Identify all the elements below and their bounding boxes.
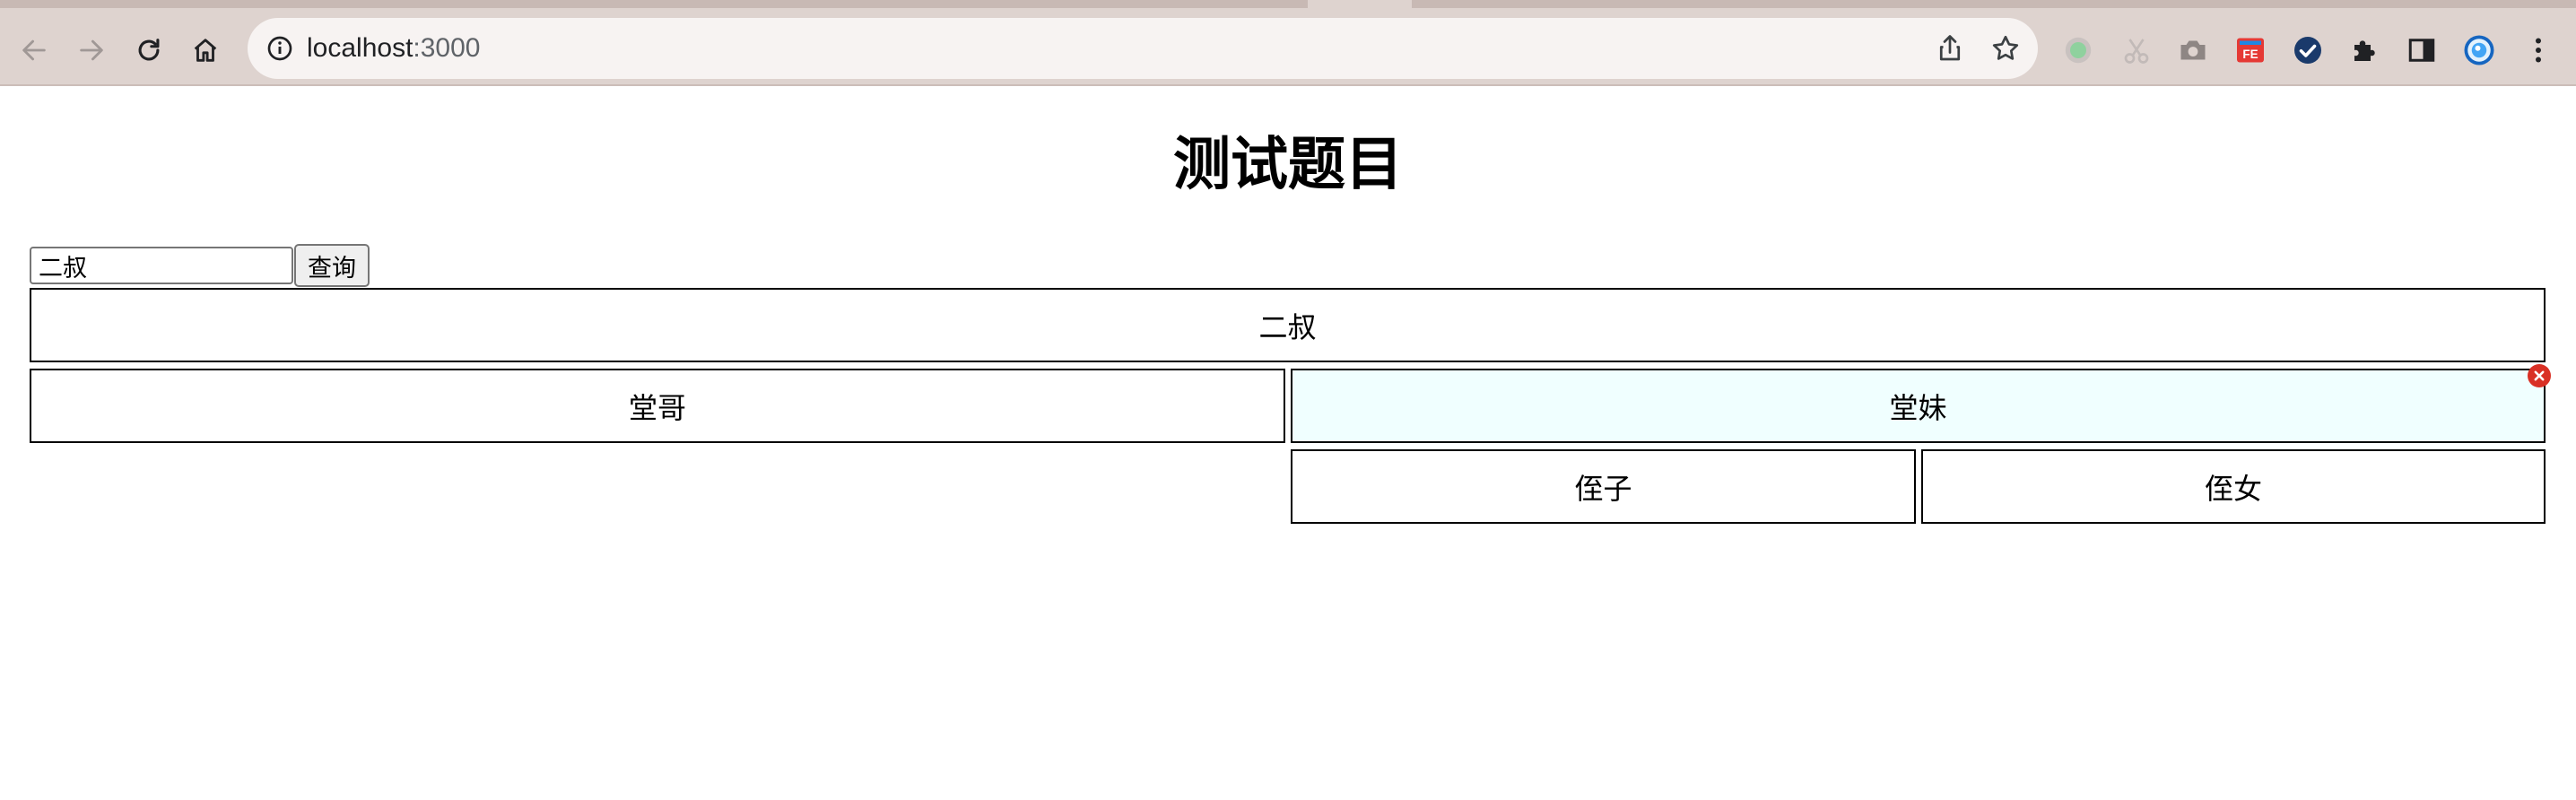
green-circle-extension-icon xyxy=(2065,37,2092,64)
home-icon xyxy=(194,39,217,62)
close-badge-button[interactable] xyxy=(2528,364,2551,387)
forward-arrow-icon xyxy=(80,39,103,61)
url-port: :3000 xyxy=(413,33,481,63)
check-extension[interactable] xyxy=(2290,32,2326,68)
extensions-button[interactable] xyxy=(2347,32,2383,68)
url-text[interactable]: localhost:3000 xyxy=(307,18,480,79)
reload-button[interactable] xyxy=(131,32,167,68)
scissors-extension-icon xyxy=(2124,39,2149,64)
search-input[interactable] xyxy=(30,247,293,284)
page-title: 测试题目 xyxy=(1173,132,1403,198)
fe-badge-text: FE xyxy=(2242,48,2258,61)
tree-node-child[interactable]: 堂哥 xyxy=(30,369,1285,443)
profile-avatar-icon xyxy=(2464,35,2494,65)
kebab-menu-icon xyxy=(2536,38,2541,63)
side-panel-button[interactable] xyxy=(2404,32,2440,68)
camera-extension-icon xyxy=(2180,40,2206,60)
back-arrow-icon xyxy=(22,39,46,61)
puzzle-extensions-icon xyxy=(2354,40,2375,61)
tab-edge-left xyxy=(0,0,1308,8)
query-button[interactable]: 查询 xyxy=(294,244,370,287)
browser-toolbar: localhost:3000 FE xyxy=(0,16,2576,86)
forward-button[interactable] xyxy=(74,32,109,68)
browser-menu-button[interactable] xyxy=(2520,32,2556,68)
tree-node-child-highlighted[interactable]: 堂妹 xyxy=(1291,369,2546,443)
tree-node-root[interactable]: 二叔 xyxy=(30,288,2546,362)
info-icon[interactable] xyxy=(265,34,294,63)
side-panel-icon xyxy=(2408,39,2435,62)
fe-extension-icon: FE xyxy=(2237,38,2264,63)
tree-node-grandchild[interactable]: 侄子 xyxy=(1291,449,1916,524)
close-x-icon xyxy=(2534,370,2545,381)
url-host: localhost xyxy=(307,33,413,63)
share-icon[interactable] xyxy=(1934,32,1966,65)
check-extension-icon xyxy=(2294,37,2321,64)
green-circle-extension[interactable] xyxy=(2060,32,2096,68)
tree-node-grandchild[interactable]: 侄女 xyxy=(1921,449,2546,524)
back-button[interactable] xyxy=(16,32,52,68)
tab-edge-right xyxy=(1412,0,2576,8)
address-bar[interactable]: localhost:3000 xyxy=(248,18,2038,79)
profile-avatar-button[interactable] xyxy=(2461,32,2497,68)
tab-strip xyxy=(0,0,2576,16)
bookmark-star-icon[interactable] xyxy=(1989,32,2022,65)
fe-extension[interactable]: FE xyxy=(2232,32,2268,68)
camera-extension[interactable] xyxy=(2175,32,2211,68)
scissors-extension[interactable] xyxy=(2119,32,2154,68)
home-button[interactable] xyxy=(187,32,223,68)
reload-icon xyxy=(138,39,160,61)
